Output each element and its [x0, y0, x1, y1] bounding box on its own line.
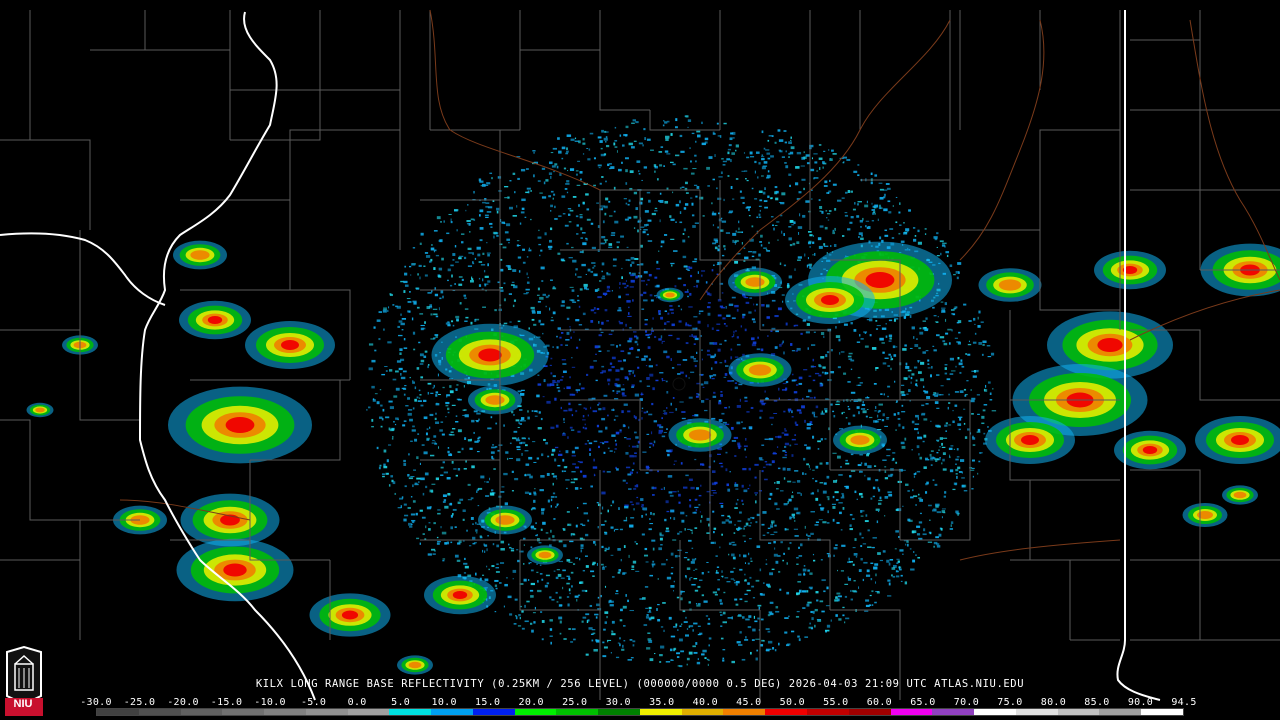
- colorbar-segment: [807, 709, 849, 715]
- colorbar-tick-label: 5.0: [391, 697, 411, 708]
- colorbar-segment: [389, 709, 432, 715]
- colorbar-tick-label: -30.0: [80, 697, 112, 708]
- colorbar-tick-label: 0.0: [347, 697, 367, 708]
- colorbar-tick-label: 70.0: [953, 697, 980, 708]
- colorbar-tick-label: 20.0: [518, 697, 544, 708]
- colorbar-tick-label: 40.0: [692, 697, 718, 708]
- colorbar-tick-label: 10.0: [431, 697, 457, 708]
- colorbar-tick-label: 60.0: [866, 697, 893, 708]
- colorbar-tick-label: 75.0: [997, 697, 1023, 708]
- colorbar-segment: [974, 709, 1016, 715]
- colorbar-segment: [1057, 709, 1100, 715]
- colorbar-tick-label: 65.0: [910, 697, 936, 708]
- colorbar-tick-label: -10.0: [254, 697, 286, 708]
- colorbar-tick-label: 80.0: [1040, 697, 1067, 708]
- colorbar-segment: [472, 709, 515, 715]
- colorbar-tick-label: 50.0: [779, 697, 805, 708]
- colorbar-tick-label: -25.0: [123, 697, 156, 708]
- colorbar-tick-label: -5.0: [300, 697, 327, 708]
- colorbar-segment: [305, 709, 348, 715]
- radar-site-dot: [672, 377, 686, 391]
- colorbar-tick-label: -20.0: [167, 697, 199, 708]
- colorbar-segment: [848, 709, 891, 715]
- colorbar-segment: [932, 709, 975, 715]
- colorbar-tick-label: 30.0: [605, 697, 631, 708]
- colorbar-segment: [514, 709, 557, 715]
- colorbar-segment: [264, 709, 306, 715]
- logo-text: NIU: [13, 698, 33, 710]
- colorbar-tick-label: 35.0: [649, 697, 675, 708]
- colorbar-tick-label: 55.0: [823, 697, 849, 708]
- colorbar-segment: [1141, 709, 1183, 715]
- colorbar-segment: [723, 709, 766, 715]
- colorbar-segment: [138, 709, 181, 715]
- colorbar-segment: [556, 709, 599, 715]
- product-caption: KILX LONG RANGE BASE REFLECTIVITY (0.25K…: [255, 678, 1025, 690]
- colorbar-segment: [639, 709, 682, 715]
- colorbar-tick-label: 25.0: [562, 697, 588, 708]
- colorbar-segment: [1099, 709, 1142, 715]
- colorbar-segment: [890, 709, 933, 715]
- colorbar-tick-label: 45.0: [736, 697, 762, 708]
- colorbar-segment: [431, 709, 473, 715]
- colorbar-tick-label: 85.0: [1084, 697, 1110, 708]
- colorbar-tick-label: 90.0: [1127, 697, 1154, 708]
- radar-map: [0, 0, 1280, 720]
- colorbar-segment: [765, 709, 808, 715]
- colorbar-segment: [598, 709, 640, 715]
- colorbar-segment: [97, 709, 139, 715]
- colorbar-tick-label: 15.0: [475, 697, 501, 708]
- colorbar-segment: [1015, 709, 1058, 715]
- colorbar-segment: [347, 709, 390, 715]
- colorbar-segment: [681, 709, 724, 715]
- colorbar-segment: [180, 709, 223, 715]
- colorbar-segment: [222, 709, 265, 715]
- colorbar-tick-label: -15.0: [210, 697, 243, 708]
- colorbar-tick-label: 94.5: [1171, 697, 1197, 708]
- reflectivity-colorbar: [96, 708, 1184, 716]
